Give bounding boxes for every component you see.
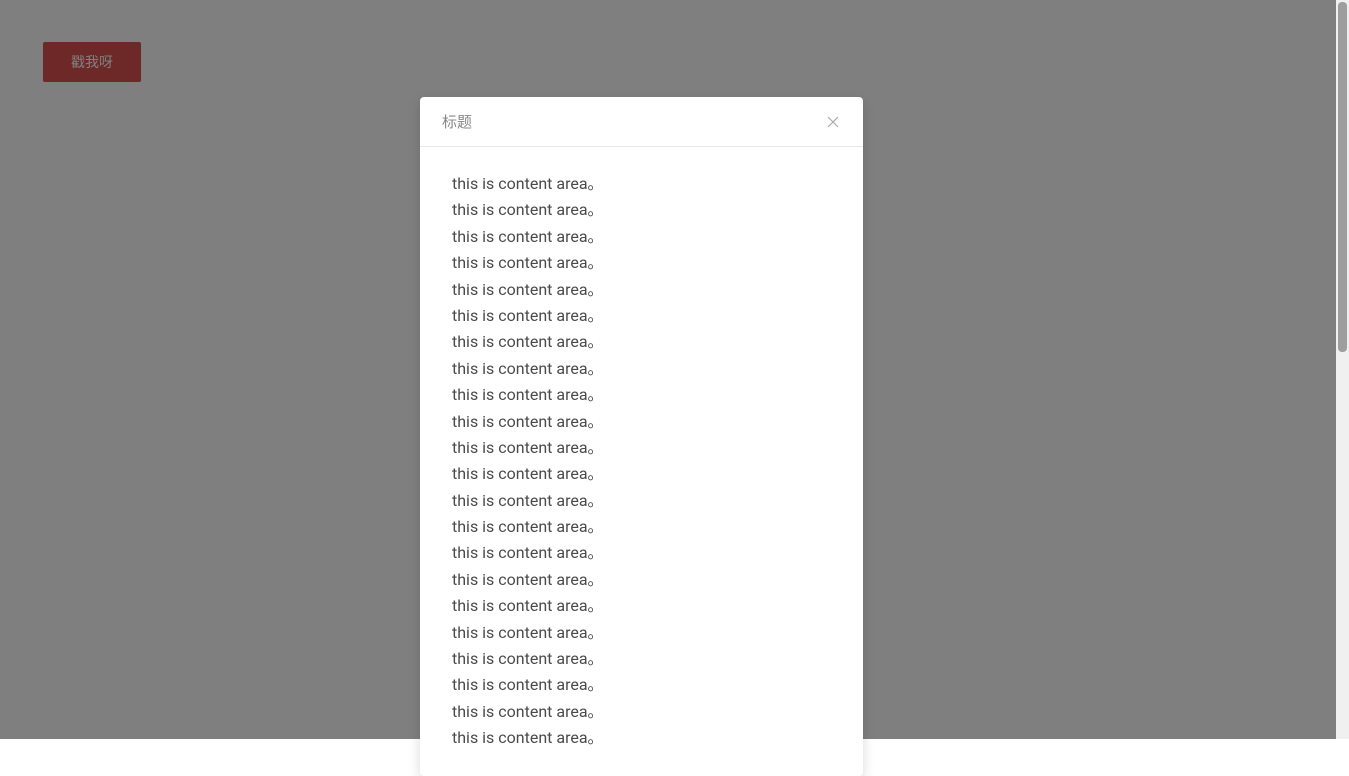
modal-body: this is content area。this is content are… (420, 147, 863, 776)
content-line: this is content area。 (452, 514, 831, 540)
content-line: this is content area。 (452, 699, 831, 725)
content-line: this is content area。 (452, 620, 831, 646)
content-line: this is content area。 (452, 171, 831, 197)
content-line: this is content area。 (452, 567, 831, 593)
content-line: this is content area。 (452, 409, 831, 435)
content-line: this is content area。 (452, 725, 831, 751)
modal-close-button[interactable] (825, 114, 841, 130)
page-background: 戳我呀 标题 this is content area。this is cont… (0, 0, 1349, 739)
content-line: this is content area。 (452, 461, 831, 487)
modal-dialog: 标题 this is content area。this is content … (420, 97, 863, 776)
content-line: this is content area。 (452, 303, 831, 329)
close-icon (827, 116, 839, 128)
content-line: this is content area。 (452, 329, 831, 355)
content-line: this is content area。 (452, 672, 831, 698)
scrollbar-thumb[interactable] (1338, 2, 1347, 352)
modal-title: 标题 (442, 111, 472, 132)
content-line: this is content area。 (452, 356, 831, 382)
content-line: this is content area。 (452, 435, 831, 461)
content-line: this is content area。 (452, 593, 831, 619)
content-line: this is content area。 (452, 250, 831, 276)
modal-header: 标题 (420, 97, 863, 147)
content-line: this is content area。 (452, 540, 831, 566)
content-line: this is content area。 (452, 488, 831, 514)
content-line: this is content area。 (452, 197, 831, 223)
content-line: this is content area。 (452, 277, 831, 303)
content-line: this is content area。 (452, 646, 831, 672)
scrollbar-track[interactable] (1336, 0, 1349, 739)
content-line: this is content area。 (452, 224, 831, 250)
content-line: this is content area。 (452, 382, 831, 408)
